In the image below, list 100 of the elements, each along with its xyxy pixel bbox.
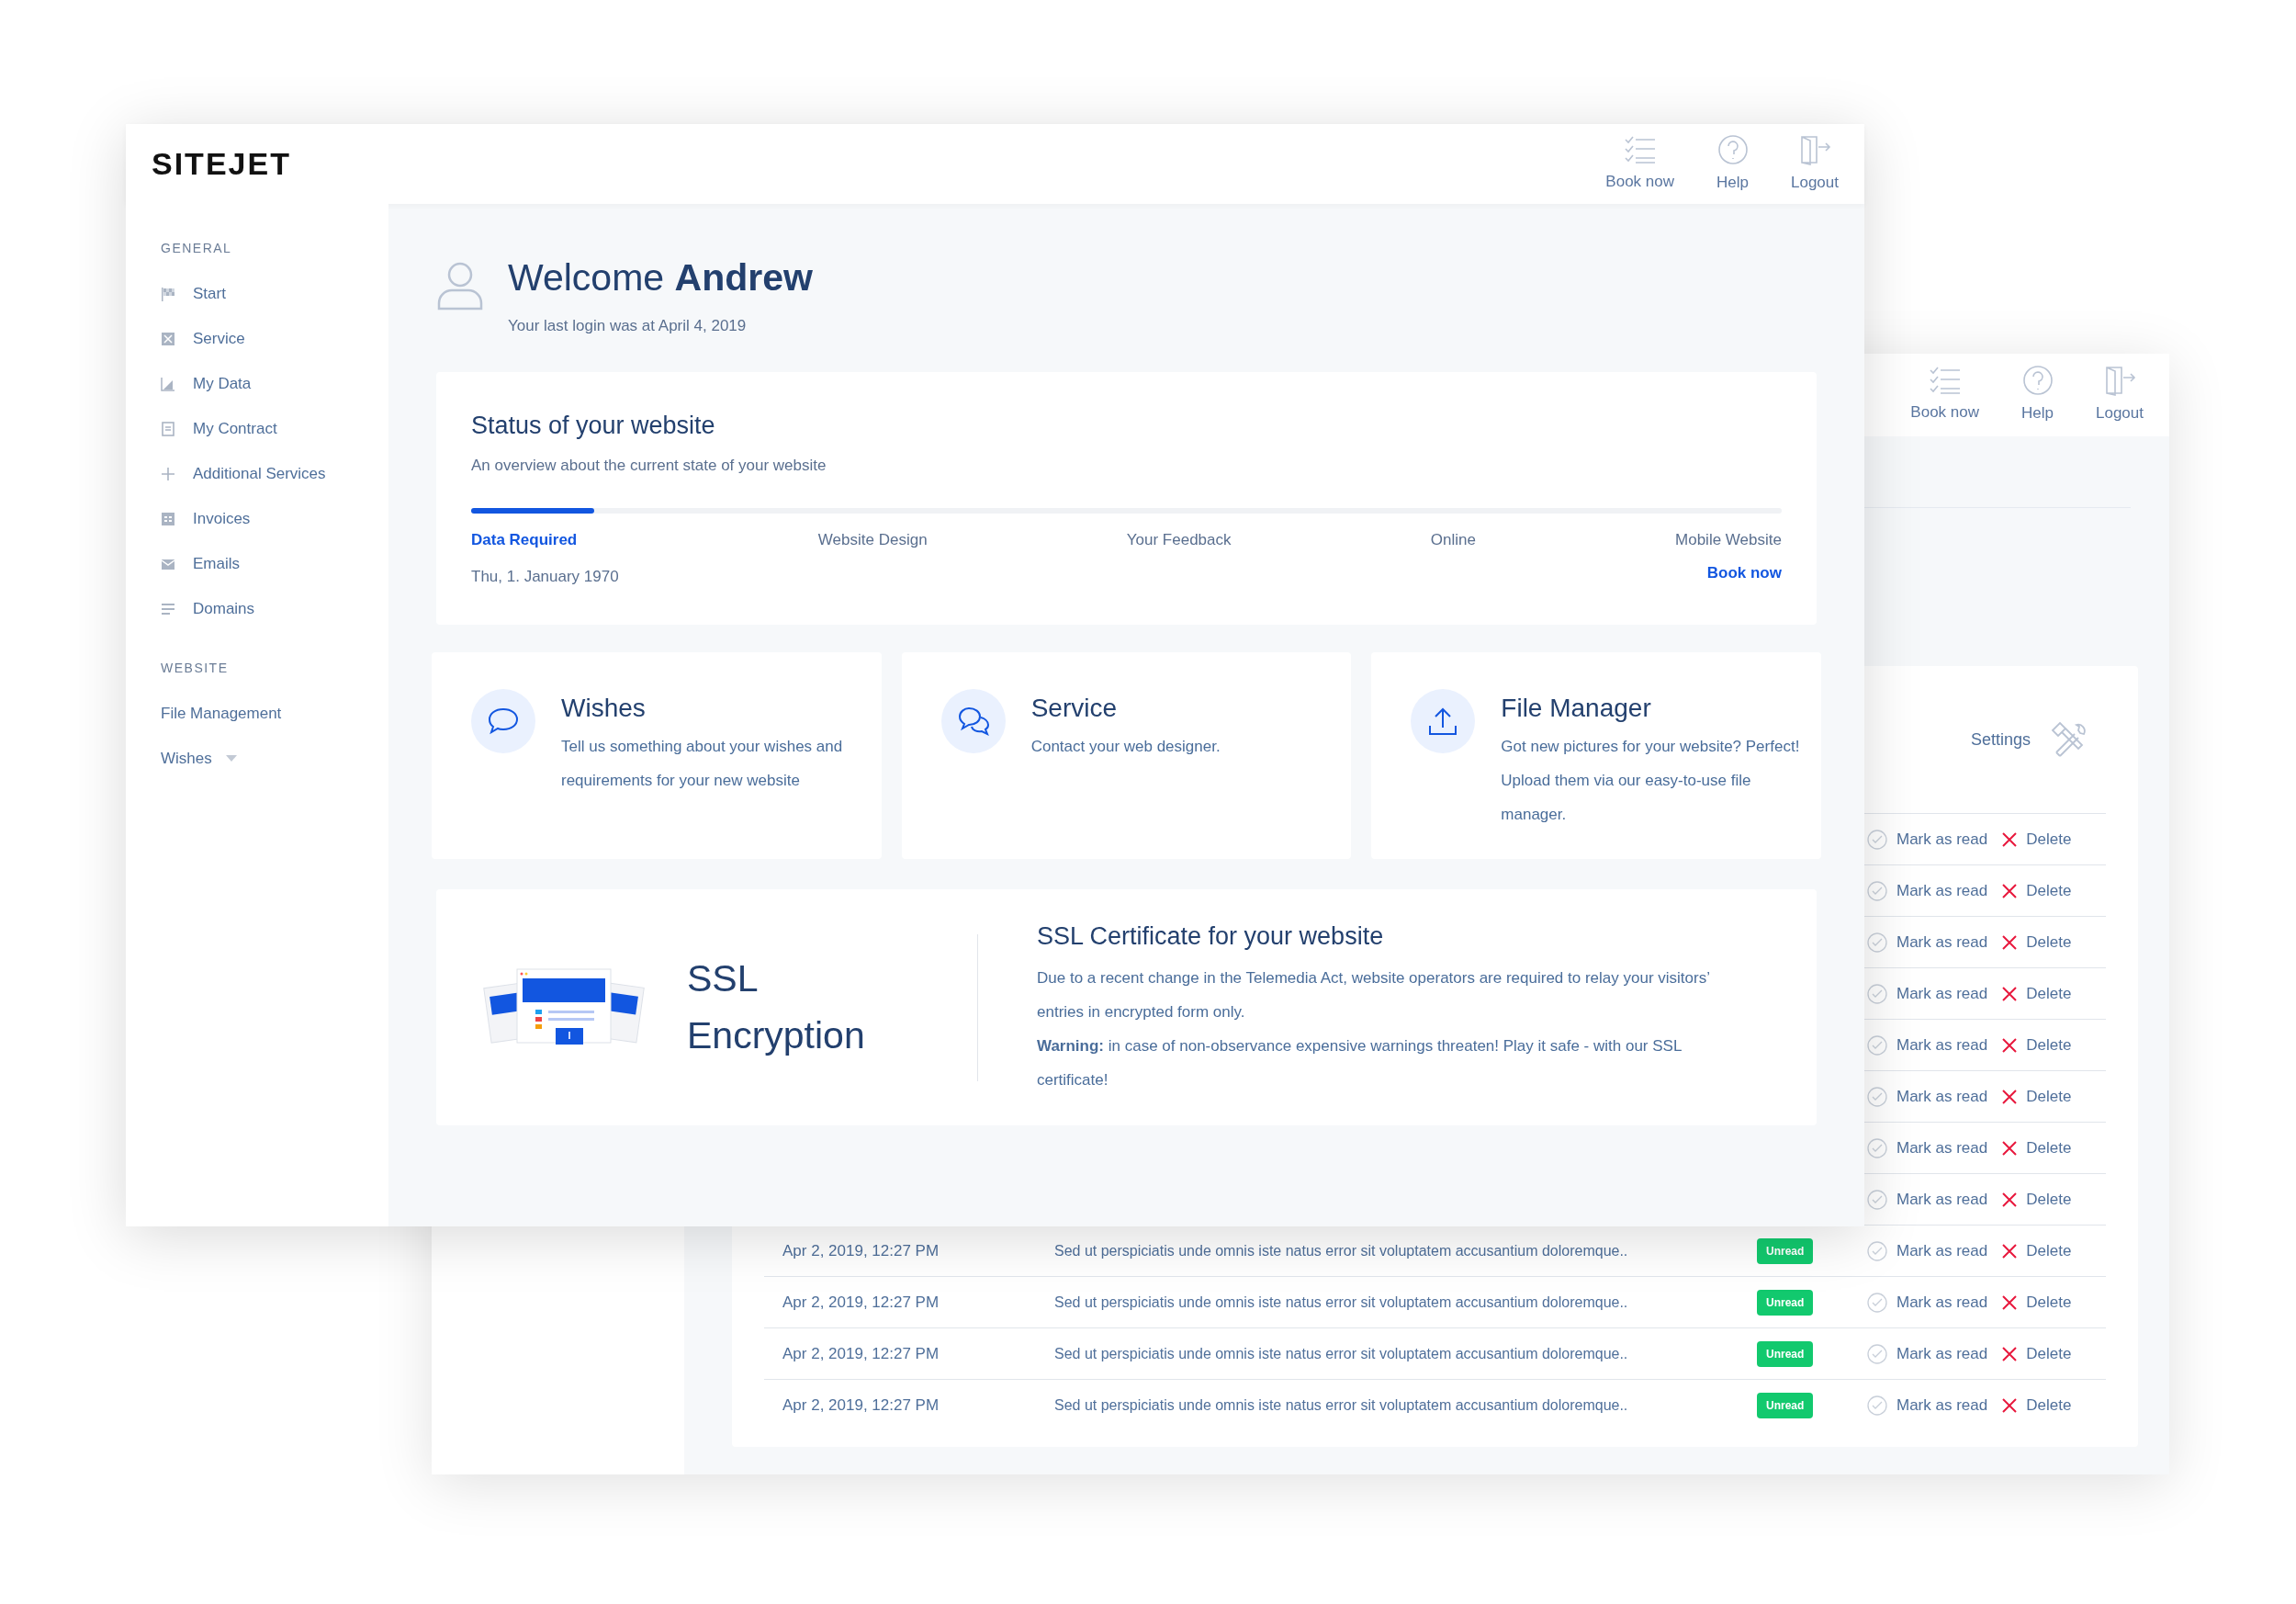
plus-icon [161, 466, 175, 481]
delete-button[interactable]: Delete [2002, 1393, 2072, 1418]
speech-bubble-icon [487, 706, 520, 736]
sidebar-item[interactable]: Invoices [161, 496, 388, 541]
mark-as-read-button[interactable]: Mark as read [1867, 1290, 1988, 1315]
close-icon [2002, 1294, 2018, 1310]
check-circle-icon [1867, 1395, 1887, 1416]
delete-button[interactable]: Delete [2002, 1290, 2072, 1315]
section-heading: WEBSITE [161, 660, 230, 677]
close-icon [2002, 1140, 2018, 1156]
message-text: Sed ut perspiciatis unde omnis iste natus error sit voluptatem accusantium doloremque.. [1054, 1293, 1628, 1310]
delete-button[interactable]: Delete [2002, 981, 2072, 1006]
message-text: Sed ut perspiciatis unde omnis iste natus error sit voluptatem accusantium doloremque.. [1054, 1345, 1628, 1361]
close-icon [2002, 934, 2018, 950]
ssl-title: SSL Certificate for your website [1037, 921, 1385, 953]
sidebar-item[interactable]: Start [161, 271, 388, 316]
message-date: Apr 2, 2019, 12:27 PM [782, 1344, 940, 1362]
feature-card[interactable]: Wishes Tell us something about your wishes and requirements for your new website [432, 652, 882, 859]
feature-description: Contact your web designer. [1030, 737, 1221, 757]
book-now-link[interactable]: Book now [1706, 560, 1782, 584]
header-action-button[interactable]: Logout [1784, 133, 1846, 195]
sidebar-item[interactable]: My Data [161, 361, 388, 406]
sidebar-item[interactable]: Domains [161, 586, 388, 631]
mark-as-read-button[interactable]: Mark as read [1867, 1341, 1988, 1366]
check-circle-icon [1867, 1137, 1887, 1158]
delete-button[interactable]: Delete [2002, 827, 2072, 852]
logout-icon [1798, 133, 1831, 165]
sidebar-item[interactable]: Additional Services [161, 451, 388, 496]
message-date: Apr 2, 2019, 12:27 PM [782, 1293, 940, 1311]
delete-button[interactable]: Delete [2002, 1341, 2072, 1366]
feature-card[interactable]: File Manager Got new pictures for your website? Perfect! Upload them via our easy-to-use file manager. [1371, 652, 1821, 859]
delete-button[interactable]: Delete [2002, 1033, 2072, 1057]
unread-badge: Unread [1757, 1340, 1814, 1367]
delete-button[interactable]: Delete [2002, 878, 2072, 903]
header-action-button[interactable]: Help [2014, 365, 2061, 425]
close-icon [2002, 1192, 2018, 1207]
chart-icon [161, 376, 175, 391]
feature-title: Wishes [561, 693, 647, 724]
logout-icon [2103, 365, 2136, 397]
checklist-icon [1623, 134, 1657, 164]
mark-as-read-button[interactable]: Mark as read [1867, 1238, 1988, 1263]
sidebar-item[interactable]: Wishes [161, 736, 388, 781]
delete-button[interactable]: Delete [2002, 1238, 2072, 1263]
sidebar-item[interactable]: My Contract [161, 406, 388, 451]
progress-step[interactable]: Data Required [471, 528, 578, 552]
check-circle-icon [1867, 1292, 1887, 1313]
header-action-button[interactable]: Logout [2088, 365, 2151, 425]
tools-icon [2051, 721, 2088, 758]
status-title: Status of your website [471, 411, 716, 441]
close-icon [2002, 831, 2018, 847]
check-circle-icon [1867, 1343, 1887, 1364]
check-circle-icon [1867, 1086, 1887, 1107]
header-action-button[interactable]: Book now [1903, 366, 1987, 424]
sitejet-logo[interactable]: SITEJET [152, 141, 291, 187]
header-action-button[interactable]: Help [1709, 133, 1756, 195]
section-heading: GENERAL [161, 240, 233, 257]
checklist-icon [1928, 366, 1962, 396]
welcome-heading: Welcome Andrew [508, 255, 813, 300]
header-action-button[interactable]: Book now [1598, 134, 1683, 194]
check-circle-icon [1867, 1240, 1887, 1261]
help-icon [1716, 133, 1749, 165]
mark-as-read-button[interactable]: Mark as read [1867, 827, 1988, 852]
progress-step[interactable]: Your Feedback [1126, 528, 1232, 552]
mark-as-read-button[interactable]: Mark as read [1867, 1084, 1988, 1109]
ssl-description: Due to a recent change in the Telemedia Act, website operators are required to relay your visitors’ entries in encrypted form only. [1037, 967, 1711, 1022]
mark-as-read-button[interactable]: Mark as read [1867, 1135, 1988, 1160]
delete-button[interactable]: Delete [2002, 1084, 2072, 1109]
mark-as-read-button[interactable]: Mark as read [1867, 1187, 1988, 1212]
sidebar-item[interactable]: Emails [161, 541, 388, 586]
feature-description: Tell us something about your wishes and requirements for your new website [561, 737, 844, 791]
delete-button[interactable]: Delete [2002, 930, 2072, 954]
mark-as-read-button[interactable]: Mark as read [1867, 930, 1988, 954]
close-icon [2002, 1089, 2018, 1104]
sidebar-item[interactable]: File Management [161, 691, 388, 736]
message-date: Apr 2, 2019, 12:27 PM [782, 1241, 940, 1259]
check-circle-icon [1867, 829, 1887, 850]
progress-step[interactable]: Online [1430, 528, 1476, 552]
ssl-heading: SSL Encryption [687, 956, 866, 1058]
progress-step[interactable]: Website Design [817, 528, 928, 552]
delete-button[interactable]: Delete [2002, 1135, 2072, 1160]
settings-link[interactable]: Settings [1970, 727, 2031, 752]
delete-button[interactable]: Delete [2002, 1187, 2072, 1212]
unread-badge: Unread [1757, 1289, 1814, 1316]
message-text: Sed ut perspiciatis unde omnis iste natus error sit voluptatem accusantium doloremque.. [1054, 1242, 1628, 1259]
close-icon [2002, 1037, 2018, 1053]
mark-as-read-button[interactable]: Mark as read [1867, 981, 1988, 1006]
help-icon [2021, 365, 2054, 397]
status-subtitle: An overview about the current state of your website [471, 455, 827, 476]
feature-title: File Manager [1501, 693, 1652, 724]
mark-as-read-button[interactable]: Mark as read [1867, 1033, 1988, 1057]
mark-as-read-button[interactable]: Mark as read [1867, 878, 1988, 903]
message-date: Apr 2, 2019, 12:27 PM [782, 1395, 940, 1414]
unread-badge: Unread [1757, 1392, 1814, 1418]
check-circle-icon [1867, 932, 1887, 953]
mark-as-read-button[interactable]: Mark as read [1867, 1393, 1988, 1418]
sidebar-item[interactable]: Service [161, 316, 388, 361]
caret-icon [225, 755, 237, 762]
feature-card[interactable]: Service Contact your web designer. [901, 652, 1352, 859]
progress-step[interactable]: Mobile Website [1675, 528, 1782, 552]
ssl-warning-text: Warning: in case of non-observance expensive warnings threaten! Play it safe - with our SSL certificate! [1037, 1035, 1683, 1090]
